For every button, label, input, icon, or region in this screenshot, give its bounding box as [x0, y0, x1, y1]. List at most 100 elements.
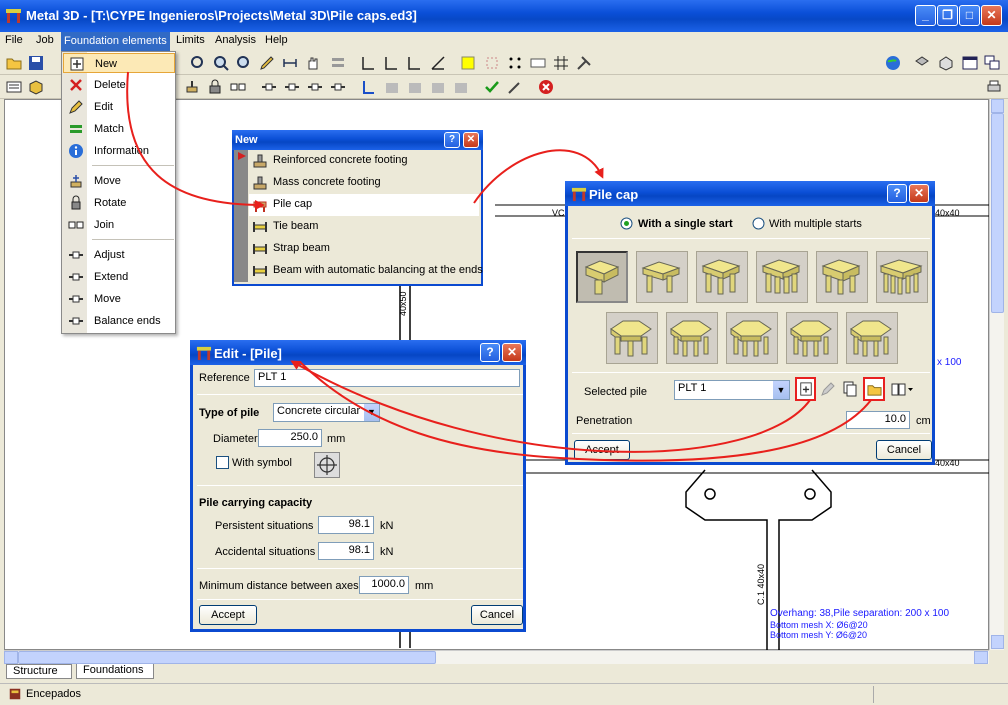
copy-icon[interactable] [842, 381, 858, 397]
selected-pile-select[interactable]: PLT 1 ▼ [674, 380, 790, 400]
with-symbol-checkbox[interactable] [216, 456, 229, 469]
pencil-icon[interactable] [259, 55, 275, 71]
persistent-input[interactable]: 98.1 [318, 516, 374, 534]
hand-icon[interactable] [305, 55, 321, 71]
horizontal-scrollbar[interactable] [4, 650, 989, 664]
new-item-pile-cap[interactable]: Pile cap [249, 194, 479, 216]
menu-item-new[interactable]: New [63, 53, 175, 73]
grid-icon[interactable] [553, 55, 569, 71]
symbol-button[interactable] [314, 452, 340, 478]
beam-adjust-icon[interactable] [261, 79, 277, 95]
wand-icon[interactable] [507, 79, 523, 95]
globe-icon[interactable] [885, 55, 901, 71]
new-item-reinforced-footing[interactable]: Reinforced concrete footing [249, 150, 479, 172]
pile-cap-type-5[interactable] [816, 251, 868, 303]
menu-limits[interactable]: Limits [176, 34, 205, 46]
pile-cap-type-1[interactable] [576, 251, 628, 303]
menu-item-adjust[interactable]: Adjust [63, 245, 175, 265]
zoom-window-icon[interactable] [213, 55, 229, 71]
menu-foundation-elements[interactable]: Foundation elements [61, 32, 170, 51]
pile-cap-type-3[interactable] [696, 251, 748, 303]
chevron-down-icon[interactable]: ▼ [773, 381, 789, 399]
check-icon[interactable] [484, 79, 500, 95]
menu-item-rotate[interactable]: Rotate [63, 193, 175, 213]
help-button[interactable]: ? [444, 132, 460, 148]
print-icon[interactable] [986, 79, 1002, 95]
windows-icon[interactable] [984, 55, 1000, 71]
menu-item-move-beam[interactable]: Move [63, 289, 175, 309]
pan-icon[interactable] [190, 55, 206, 71]
maximize-button[interactable]: □ [959, 5, 980, 26]
radio-single-selected[interactable] [620, 217, 633, 230]
text-tool-icon[interactable] [530, 55, 546, 71]
diameter-input[interactable]: 250.0 [258, 429, 322, 447]
accept-button[interactable]: Accept [199, 605, 257, 625]
close-button[interactable]: ✕ [909, 184, 929, 203]
dimension-icon[interactable] [282, 55, 298, 71]
type-of-pile-select[interactable]: Concrete circular ▼ [273, 403, 380, 422]
cancel-button[interactable]: Cancel [471, 605, 523, 625]
pile-cap-type-6[interactable] [876, 251, 928, 303]
menu-item-join[interactable]: Join [63, 215, 175, 235]
layers-icon[interactable] [330, 55, 346, 71]
axis-x-icon[interactable] [360, 55, 376, 71]
window-layout-icon[interactable] [962, 55, 978, 71]
close-button[interactable]: ✕ [463, 132, 479, 148]
chevron-down-icon[interactable]: ▼ [364, 404, 379, 421]
list-icon[interactable] [6, 79, 22, 95]
join-icon[interactable] [230, 79, 246, 95]
close-button[interactable]: ✕ [981, 5, 1002, 26]
help-button[interactable]: ? [480, 343, 500, 362]
help-button[interactable]: ? [887, 184, 907, 203]
pile-cap-type-2[interactable] [636, 251, 688, 303]
3d-view-icon[interactable] [914, 55, 930, 71]
save-icon[interactable] [28, 55, 44, 71]
menu-job[interactable]: Job [36, 34, 54, 46]
menu-item-information[interactable]: Information [63, 141, 175, 161]
tools-icon[interactable] [576, 55, 592, 71]
grid-points-icon[interactable] [507, 55, 523, 71]
vertical-scrollbar[interactable] [989, 99, 1004, 650]
close-button[interactable]: ✕ [502, 343, 522, 362]
new-item-strap-beam[interactable]: Strap beam [249, 238, 479, 260]
edit-pile-icon[interactable] [820, 381, 836, 397]
new-item-balancing-beam[interactable]: Beam with automatic balancing at the end… [249, 260, 483, 282]
new-footing-icon[interactable] [184, 79, 200, 95]
snap-icon[interactable] [484, 55, 500, 71]
open-folder-icon[interactable] [6, 55, 22, 71]
menu-item-match[interactable]: Match [63, 119, 175, 139]
penetration-input[interactable]: 10.0 [846, 411, 910, 429]
pile-cap-type-11[interactable] [846, 312, 898, 364]
open-pile-library-button[interactable] [863, 377, 885, 401]
new-item-mass-footing[interactable]: Mass concrete footing [249, 172, 479, 194]
pile-cap-type-7[interactable] [606, 312, 658, 364]
new-pile-button[interactable] [795, 377, 816, 401]
beam-move-icon[interactable] [307, 79, 323, 95]
restore-button[interactable]: ❐ [937, 5, 958, 26]
disabled-tool-3-icon[interactable] [430, 79, 446, 95]
rectangle-icon[interactable] [460, 55, 476, 71]
connect-icon[interactable] [361, 79, 377, 95]
axis-z-icon[interactable] [406, 55, 422, 71]
lock-icon[interactable] [207, 79, 223, 95]
min-distance-input[interactable]: 1000.0 [359, 576, 409, 594]
new-item-tie-beam[interactable]: Tie beam [249, 216, 479, 238]
angle-icon[interactable] [430, 55, 446, 71]
disabled-tool-4-icon[interactable] [453, 79, 469, 95]
library-dropdown-icon[interactable] [890, 381, 914, 397]
pile-cap-type-10[interactable] [786, 312, 838, 364]
menu-item-edit[interactable]: Edit [63, 97, 175, 117]
reference-input[interactable]: PLT 1 [254, 369, 520, 387]
menu-item-extend[interactable]: Extend [63, 267, 175, 287]
menu-file[interactable]: File [5, 34, 23, 46]
beam-extend-icon[interactable] [284, 79, 300, 95]
menu-analysis[interactable]: Analysis [215, 34, 256, 46]
beam-balance-icon[interactable] [330, 79, 346, 95]
zoom-all-icon[interactable] [236, 55, 252, 71]
axis-y-icon[interactable] [383, 55, 399, 71]
cube-icon[interactable] [28, 79, 44, 95]
tab-foundations[interactable]: Foundations [76, 664, 154, 679]
menu-help[interactable]: Help [265, 34, 288, 46]
menu-item-move[interactable]: Move [63, 171, 175, 191]
minimize-button[interactable]: _ [915, 5, 936, 26]
